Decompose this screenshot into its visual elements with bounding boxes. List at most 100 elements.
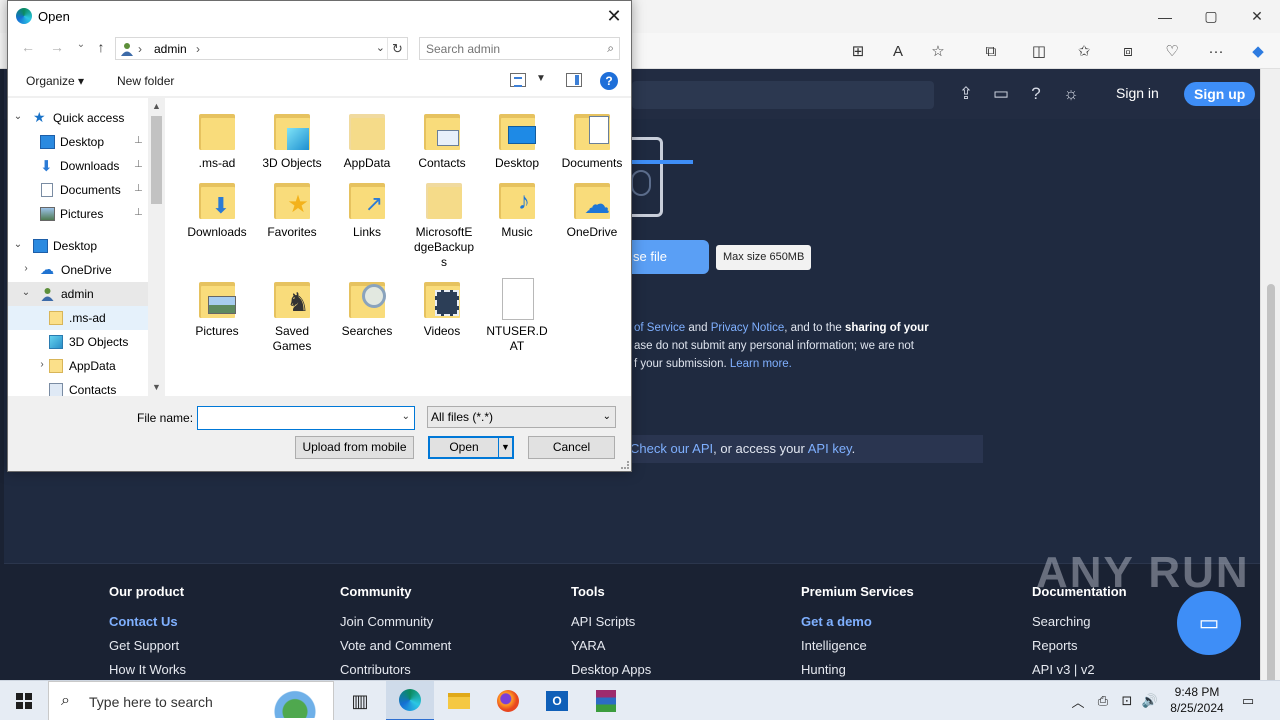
- edge-icon[interactable]: [386, 681, 434, 720]
- sign-up-button[interactable]: Sign up: [1184, 82, 1256, 106]
- footer-link[interactable]: API Scripts: [571, 614, 791, 630]
- theme-icon[interactable]: ☼: [1060, 83, 1082, 105]
- file-item[interactable]: ♞ Saved Games: [258, 278, 326, 354]
- file-item[interactable]: NTUSER.DAT: [483, 278, 551, 354]
- minimize-button[interactable]: —: [1142, 0, 1188, 33]
- tree-item-pictures[interactable]: Pictures ⊥: [8, 202, 148, 226]
- footer-link[interactable]: How It Works: [109, 662, 329, 678]
- close-window-button[interactable]: ✕: [1234, 0, 1280, 33]
- address-dropdown-icon[interactable]: ⌄: [376, 41, 385, 54]
- expand-icon[interactable]: ⌄: [12, 111, 24, 122]
- file-item[interactable]: MicrosoftEdgeBackups: [408, 179, 480, 270]
- chat-button[interactable]: ▭: [1177, 591, 1241, 655]
- back-arrow-icon[interactable]: ←: [18, 39, 38, 57]
- organize-menu[interactable]: Organize ▾: [26, 74, 84, 88]
- show-hidden-icons-icon[interactable]: ︿: [1068, 681, 1088, 720]
- footer-link[interactable]: Join Community: [340, 614, 560, 630]
- clock[interactable]: 9:48 PM 8/25/2024: [1162, 684, 1232, 716]
- tree-item-onedrive[interactable]: › ☁ OneDrive: [8, 258, 148, 282]
- help-icon[interactable]: ?: [600, 72, 618, 90]
- file-explorer-icon[interactable]: [435, 681, 483, 720]
- footer-link[interactable]: Contact Us: [109, 614, 329, 630]
- extensions-icon[interactable]: ⧉: [978, 38, 1004, 64]
- maximize-button[interactable]: ▢: [1188, 0, 1234, 33]
- up-arrow-icon[interactable]: ↑: [91, 39, 111, 57]
- refresh-icon[interactable]: ↻: [387, 38, 407, 59]
- file-name-input[interactable]: ⌄: [197, 406, 415, 430]
- forward-arrow-icon[interactable]: →: [47, 39, 67, 57]
- file-item[interactable]: ☁ OneDrive: [558, 179, 626, 240]
- tree-item-documents[interactable]: Documents ⊥: [8, 178, 148, 202]
- apps-icon[interactable]: ⊞: [845, 38, 871, 64]
- learn-more-link[interactable]: Learn more.: [730, 358, 792, 370]
- tree-item-appdata[interactable]: › AppData: [8, 354, 148, 378]
- file-type-select[interactable]: All files (*.*) ⌄: [427, 406, 616, 428]
- firefox-icon[interactable]: [484, 681, 532, 720]
- navigation-scrollbar-thumb[interactable]: [151, 116, 162, 204]
- recent-dropdown-icon[interactable]: ⌄: [71, 39, 91, 57]
- footer-link[interactable]: Hunting: [801, 662, 1021, 678]
- breadcrumb-separator[interactable]: ›: [196, 42, 200, 56]
- file-item[interactable]: ⬇ Downloads: [183, 179, 251, 240]
- search-field[interactable]: ⌕: [419, 37, 620, 60]
- favorite-star-icon[interactable]: ☆: [925, 38, 951, 64]
- file-item[interactable]: Videos: [408, 278, 476, 339]
- tree-item-desktop-pinned[interactable]: Desktop ⊥: [8, 130, 148, 154]
- file-item[interactable]: Documents: [558, 110, 626, 171]
- sign-in-link[interactable]: Sign in: [1116, 85, 1159, 101]
- more-icon[interactable]: ···: [1203, 38, 1229, 64]
- change-view-icon[interactable]: [510, 73, 526, 87]
- tree-item-admin[interactable]: ⌄ admin: [8, 282, 148, 306]
- file-item[interactable]: ♪ Music: [483, 179, 551, 240]
- api-key-link[interactable]: API key: [808, 441, 852, 456]
- view-dropdown-icon[interactable]: ▼: [536, 73, 546, 84]
- task-view-icon[interactable]: ▥: [336, 681, 384, 720]
- expand-icon[interactable]: ›: [20, 263, 32, 274]
- file-item[interactable]: Searches: [333, 278, 401, 339]
- file-item[interactable]: 3D Objects: [258, 110, 326, 171]
- browser-essentials-icon[interactable]: ♡: [1159, 38, 1185, 64]
- device-icon[interactable]: ⎙: [1093, 681, 1113, 720]
- tree-item-3d-objects[interactable]: 3D Objects: [8, 330, 148, 354]
- tree-item-downloads[interactable]: ⬇ Downloads ⊥: [8, 154, 148, 178]
- file-item[interactable]: .ms-ad: [183, 110, 251, 171]
- footer-link[interactable]: Intelligence: [801, 638, 1021, 654]
- favorites-icon[interactable]: ✩: [1071, 38, 1097, 64]
- upload-from-mobile-button[interactable]: Upload from mobile: [295, 436, 414, 459]
- file-item[interactable]: Contacts: [408, 110, 476, 171]
- tree-item-quick-access[interactable]: ⌄ ★ Quick access: [8, 106, 148, 130]
- help-icon[interactable]: ?: [1025, 83, 1047, 105]
- file-item[interactable]: Pictures: [183, 278, 251, 339]
- check-api-link[interactable]: Check our API: [630, 441, 713, 456]
- footer-link[interactable]: Contributors: [340, 662, 560, 678]
- footer-link[interactable]: YARA: [571, 638, 791, 654]
- copilot-icon[interactable]: ◆: [1245, 38, 1271, 64]
- network-icon[interactable]: ⊡: [1117, 681, 1137, 720]
- file-item[interactable]: Desktop: [483, 110, 551, 171]
- cancel-button[interactable]: Cancel: [528, 436, 615, 459]
- scroll-down-icon[interactable]: ▼: [148, 379, 165, 396]
- file-item[interactable]: AppData: [333, 110, 401, 171]
- outlook-icon[interactable]: O: [533, 681, 581, 720]
- page-scrollbar-thumb[interactable]: [1267, 284, 1275, 684]
- page-scrollbar[interactable]: [1260, 69, 1280, 684]
- footer-link[interactable]: Vote and Comment: [340, 638, 560, 654]
- read-aloud-icon[interactable]: A: [885, 38, 911, 64]
- split-screen-icon[interactable]: ◫: [1026, 38, 1052, 64]
- file-item[interactable]: ↗ Links: [333, 179, 401, 240]
- taskbar-search[interactable]: ⌕ Type here to search: [48, 681, 334, 720]
- choose-file-button[interactable]: se file: [627, 240, 709, 274]
- expand-icon[interactable]: ›: [36, 359, 48, 370]
- upload-icon[interactable]: ⇪: [955, 83, 977, 105]
- new-folder-button[interactable]: New folder: [117, 74, 174, 88]
- expand-icon[interactable]: ⌄: [20, 287, 32, 298]
- privacy-link[interactable]: Privacy Notice: [711, 322, 785, 334]
- start-button[interactable]: [0, 681, 48, 720]
- collections-icon[interactable]: ⧈: [1115, 38, 1141, 64]
- open-dropdown-icon[interactable]: ▼: [498, 438, 512, 457]
- navigation-scrollbar[interactable]: ▲ ▼: [148, 98, 165, 396]
- volume-icon[interactable]: 🔊: [1140, 681, 1160, 720]
- footer-link[interactable]: Desktop Apps: [571, 662, 791, 678]
- notifications-icon[interactable]: ▭: [1236, 681, 1260, 720]
- winrar-icon[interactable]: [582, 681, 630, 720]
